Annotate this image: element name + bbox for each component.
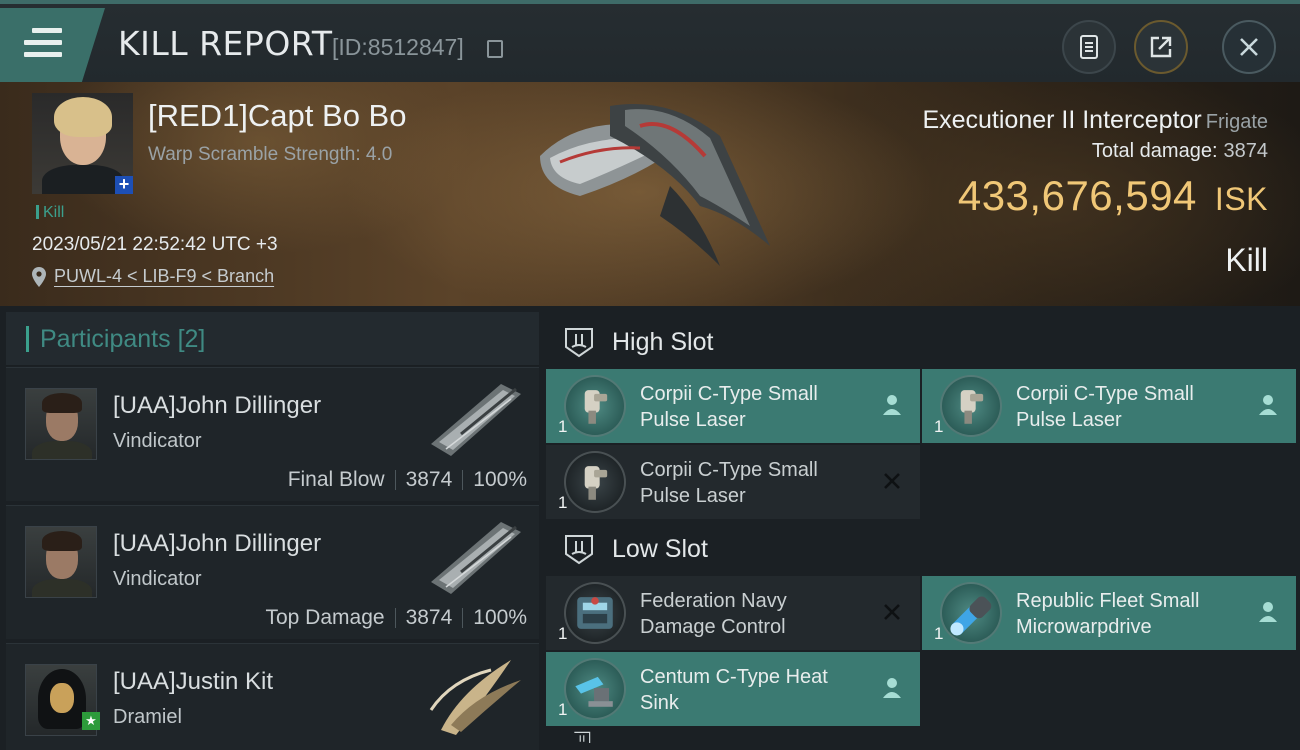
mid-slot-icon bbox=[574, 731, 591, 743]
add-contact-icon[interactable]: + bbox=[115, 175, 133, 194]
microwarpdrive-icon bbox=[940, 582, 1002, 644]
total-damage-value: 3874 bbox=[1223, 140, 1269, 162]
victim-ship-image[interactable] bbox=[520, 96, 780, 276]
location-pin-icon bbox=[32, 266, 46, 287]
participant-name[interactable]: [UAA]John Dillinger bbox=[113, 392, 321, 420]
participant-avatar[interactable] bbox=[25, 388, 97, 460]
participant-ship: Dramiel bbox=[113, 706, 182, 728]
warp-scramble-strength: Warp Scramble Strength: 4.0 bbox=[148, 144, 393, 165]
destroyed-x-icon bbox=[884, 473, 900, 489]
module-card[interactable]: 1 Centum C-Type Heat Sink bbox=[546, 652, 920, 726]
module-name: Centum C-Type Heat Sink bbox=[640, 666, 828, 714]
damage-control-icon bbox=[564, 582, 626, 644]
participant-avatar[interactable] bbox=[25, 526, 97, 598]
fitted-pilot-icon bbox=[1259, 395, 1277, 415]
close-button[interactable] bbox=[1222, 20, 1276, 74]
participants-title: Participants [2] bbox=[40, 325, 205, 354]
header-bar: KILL REPORT [ID:8512847] bbox=[0, 0, 1300, 82]
laser-module-icon bbox=[940, 375, 1002, 437]
total-damage: Total damage: 3874 bbox=[1092, 140, 1268, 163]
low-slot-header: Low Slot bbox=[546, 519, 1296, 579]
module-name: Corpii C-Type Small Pulse Laser bbox=[640, 383, 818, 431]
module-name: Republic Fleet Small Microwarpdrive bbox=[1016, 590, 1200, 638]
total-damage-label: Total damage: bbox=[1091, 140, 1218, 162]
menu-button[interactable] bbox=[0, 8, 105, 82]
hamburger-icon bbox=[24, 28, 62, 60]
participant-ship: Vindicator bbox=[113, 430, 202, 452]
kill-tag: Kill bbox=[36, 204, 64, 222]
module-card[interactable]: 1 Corpii C-Type Small Pulse Laser bbox=[546, 369, 920, 443]
isk-amount: 433,676,594 bbox=[957, 172, 1197, 219]
module-card[interactable]: 1 Republic Fleet Small Microwarpdrive bbox=[922, 576, 1296, 650]
participant-ship: Vindicator bbox=[113, 568, 202, 590]
copy-id-icon[interactable] bbox=[487, 40, 503, 58]
victim-banner: + [RED1]Capt Bo Bo Warp Scramble Strengt… bbox=[0, 82, 1300, 306]
kill-location[interactable]: PUWL-4 < LIB-F9 < Branch bbox=[32, 266, 274, 287]
participants-title-text: Participants bbox=[40, 325, 171, 353]
participant-name[interactable]: [UAA]John Dillinger bbox=[113, 530, 321, 558]
participant-card[interactable]: ★ [UAA]Justin Kit Dramiel bbox=[6, 643, 539, 750]
heat-sink-icon bbox=[564, 658, 626, 720]
high-slot-title: High Slot bbox=[612, 327, 714, 356]
document-icon bbox=[1080, 35, 1098, 59]
laser-module-icon bbox=[564, 375, 626, 437]
close-icon bbox=[1240, 38, 1258, 56]
report-id: [ID:8512847] bbox=[332, 34, 464, 60]
module-name: Corpii C-Type Small Pulse Laser bbox=[1016, 383, 1194, 431]
fitted-pilot-icon bbox=[1259, 602, 1277, 622]
star-icon: ★ bbox=[82, 712, 100, 730]
participant-stats: Top Damage 3874 100% bbox=[265, 606, 527, 630]
module-name: Corpii C-Type Small Pulse Laser bbox=[640, 459, 818, 507]
destroyed-x-icon bbox=[884, 604, 900, 620]
module-quantity: 1 bbox=[934, 624, 944, 643]
module-quantity: 1 bbox=[558, 624, 568, 643]
victim-ship-name: Executioner II Interceptor Frigate bbox=[922, 106, 1268, 135]
fitted-pilot-icon bbox=[883, 678, 901, 698]
ship-class: Frigate bbox=[1205, 111, 1268, 133]
laser-module-icon bbox=[564, 451, 626, 513]
low-slot-title: Low Slot bbox=[612, 534, 708, 563]
isk-unit: ISK bbox=[1214, 181, 1268, 217]
high-slot-icon bbox=[565, 328, 593, 358]
participant-card[interactable]: [UAA]John Dillinger Vindicator Final Blo… bbox=[6, 367, 539, 501]
victim-name[interactable]: [RED1]Capt Bo Bo bbox=[148, 98, 406, 134]
participants-count: [2] bbox=[177, 325, 206, 353]
module-card[interactable]: 1 Federation Navy Damage Control bbox=[546, 576, 920, 650]
participant-damage: 3874 bbox=[405, 468, 453, 491]
location-link[interactable]: PUWL-4 < LIB-F9 < Branch bbox=[54, 266, 274, 287]
share-icon bbox=[1150, 36, 1172, 58]
module-quantity: 1 bbox=[558, 700, 568, 719]
module-name: Federation Navy Damage Control bbox=[640, 590, 787, 638]
module-card[interactable]: 1 Corpii C-Type Small Pulse Laser bbox=[922, 369, 1296, 443]
participant-damage: 3874 bbox=[405, 606, 453, 629]
participant-card[interactable]: [UAA]John Dillinger Vindicator Top Damag… bbox=[6, 505, 539, 639]
low-slot-icon bbox=[565, 535, 593, 565]
participant-percent: 100% bbox=[473, 468, 527, 491]
participants-header: Participants [2] bbox=[6, 312, 539, 366]
participant-role: Top Damage bbox=[265, 606, 385, 629]
participant-ship-image bbox=[431, 384, 521, 456]
participant-role: Final Blow bbox=[287, 468, 385, 491]
module-quantity: 1 bbox=[558, 417, 568, 436]
participant-ship-image bbox=[431, 522, 521, 594]
participant-stats: Final Blow 3874 100% bbox=[288, 468, 527, 492]
module-quantity: 1 bbox=[558, 493, 568, 512]
result-label: Kill bbox=[1225, 242, 1268, 278]
next-slot-header-partial bbox=[546, 730, 1296, 750]
share-button[interactable] bbox=[1134, 20, 1188, 74]
document-button[interactable] bbox=[1062, 20, 1116, 74]
participant-percent: 100% bbox=[473, 606, 527, 629]
module-card[interactable]: 1 Corpii C-Type Small Pulse Laser bbox=[546, 445, 920, 519]
participant-ship-image bbox=[429, 660, 521, 735]
page-title: KILL REPORT bbox=[118, 24, 333, 63]
high-slot-header: High Slot bbox=[546, 312, 1296, 372]
isk-value: 433,676,594 ISK bbox=[958, 172, 1268, 220]
fitted-pilot-icon bbox=[883, 395, 901, 415]
ship-name-text[interactable]: Executioner II Interceptor bbox=[922, 106, 1201, 134]
module-quantity: 1 bbox=[934, 417, 944, 436]
participant-name[interactable]: [UAA]Justin Kit bbox=[113, 668, 273, 696]
kill-timestamp: 2023/05/21 22:52:42 UTC +3 bbox=[32, 234, 278, 255]
